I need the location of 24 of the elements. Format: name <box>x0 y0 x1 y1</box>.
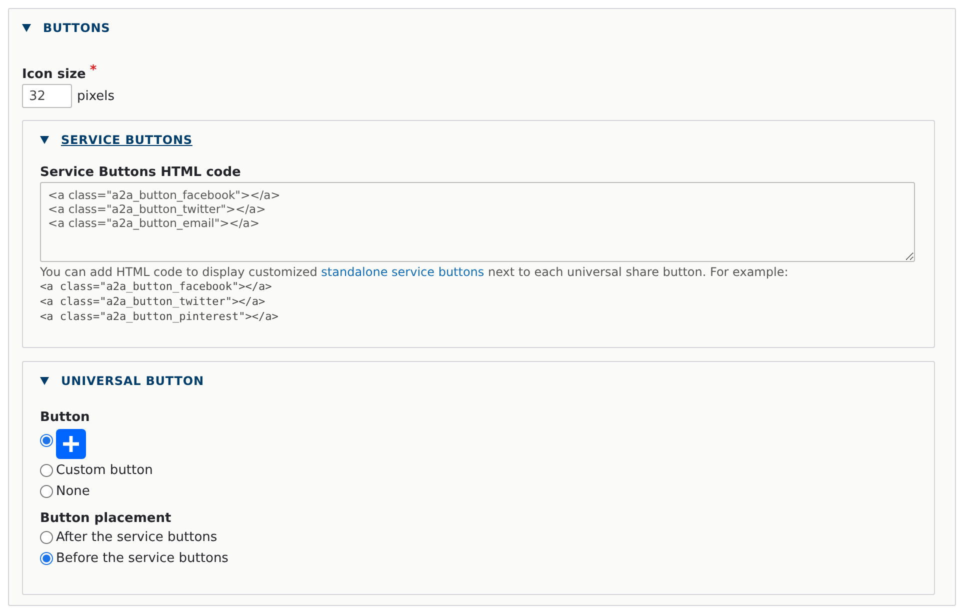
radio-label: None <box>56 484 90 499</box>
field-label: Button placement <box>40 511 172 526</box>
code-example: <a class="a2a_button_facebook"></a> <box>40 279 273 294</box>
radio-button[interactable] <box>40 531 53 544</box>
section-toggle[interactable]: SERVICE BUTTONS <box>61 133 192 147</box>
code-example: <a class="a2a_button_pinterest"></a> <box>40 309 280 324</box>
field-label: Service Buttons HTML code <box>40 165 242 180</box>
section-toggle[interactable]: BUTTONS <box>43 21 110 35</box>
radio-button[interactable] <box>40 552 53 565</box>
standalone-buttons-link[interactable]: standalone service buttons <box>321 265 484 279</box>
plus-icon <box>56 429 86 459</box>
code-example: <a class="a2a_button_twitter"></a> <box>40 294 266 309</box>
radio-label: After the service buttons <box>56 530 218 545</box>
html-code-field[interactable]: <a class="a2a_button_facebook"></a> <a class="a2a_button_twitter"></a> <a class="a2a_button_email"></a> <box>40 182 915 262</box>
radio-label: Before the service buttons <box>56 551 228 566</box>
icon-size-field[interactable]: 32 <box>22 84 72 108</box>
radio-button[interactable] <box>40 464 53 477</box>
unit-label: pixels <box>77 88 115 104</box>
radio-button[interactable] <box>40 434 53 447</box>
section-toggle[interactable]: UNIVERSAL BUTTON <box>61 374 204 388</box>
radio-button[interactable] <box>40 485 53 498</box>
field-label: Button <box>40 410 91 425</box>
field-description: You can add HTML code to display customized standalone service buttons next to each universal share button. For example: <box>40 265 790 279</box>
radio-label: Custom button <box>56 463 153 478</box>
